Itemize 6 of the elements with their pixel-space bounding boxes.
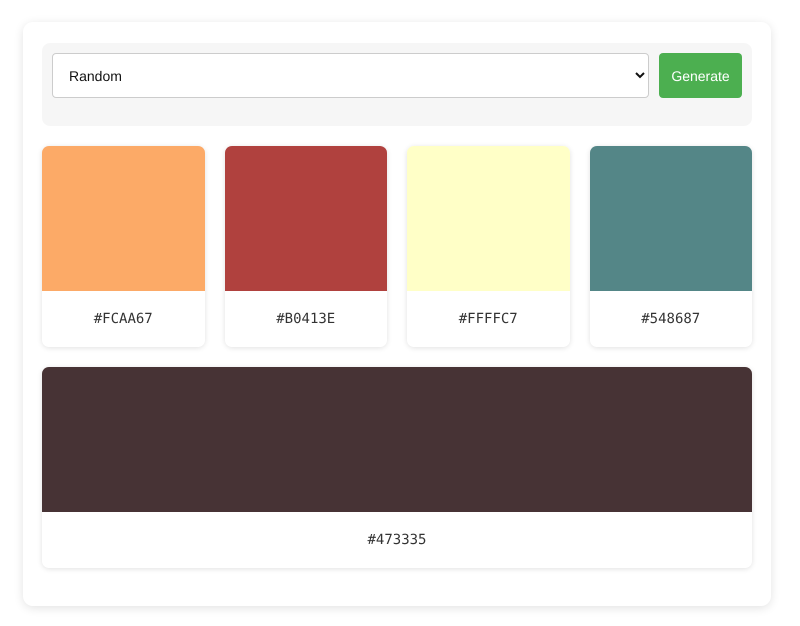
hex-code: #473335 (367, 532, 426, 548)
hex-code: #FFFFC7 (458, 311, 518, 327)
hex-code: #B0413E (276, 311, 336, 327)
hex-code: #548687 (641, 311, 700, 327)
mode-select[interactable]: Random (52, 53, 649, 98)
hex-code: #FCAA67 (94, 311, 153, 327)
